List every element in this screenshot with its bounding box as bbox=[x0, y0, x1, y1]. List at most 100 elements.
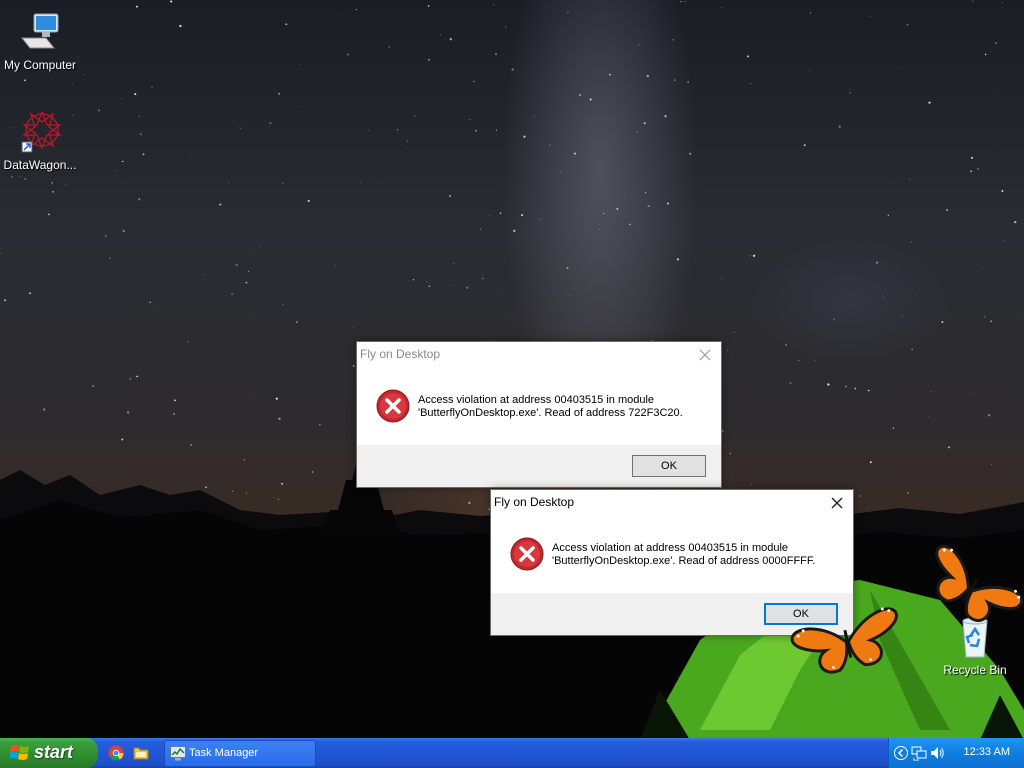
star bbox=[120, 98, 122, 100]
folder-icon[interactable] bbox=[133, 745, 149, 761]
star bbox=[347, 53, 350, 56]
error-icon bbox=[510, 537, 544, 571]
star bbox=[43, 408, 46, 411]
star bbox=[174, 399, 176, 402]
star bbox=[187, 341, 189, 343]
recycle-bin-label: Recycle Bin bbox=[943, 663, 1007, 677]
chrome-icon[interactable] bbox=[108, 745, 124, 761]
star bbox=[869, 15, 871, 17]
star bbox=[910, 241, 912, 243]
error-message-line-1: Access violation at address 00403515 in … bbox=[418, 394, 655, 406]
star bbox=[930, 391, 932, 393]
star bbox=[521, 214, 524, 217]
star bbox=[689, 152, 692, 155]
star bbox=[104, 234, 107, 237]
star bbox=[892, 427, 895, 429]
butterfly-icon[interactable] bbox=[916, 540, 1024, 640]
star bbox=[406, 140, 409, 142]
star bbox=[566, 267, 569, 270]
star bbox=[994, 42, 997, 45]
star bbox=[803, 144, 806, 147]
datawagon-desktop-icon[interactable]: DataWagon... bbox=[0, 108, 80, 172]
star bbox=[1001, 190, 1004, 192]
star bbox=[647, 205, 650, 208]
star bbox=[299, 63, 301, 65]
star bbox=[204, 273, 206, 275]
star bbox=[887, 214, 889, 217]
star bbox=[489, 215, 490, 216]
datawagon-label: DataWagon... bbox=[3, 158, 77, 172]
star bbox=[901, 66, 903, 68]
star bbox=[388, 46, 391, 48]
dialog-title: Fly on Desktop bbox=[360, 347, 441, 361]
star bbox=[247, 270, 250, 273]
star bbox=[977, 168, 979, 170]
star bbox=[680, 0, 682, 3]
star bbox=[19, 176, 21, 178]
ok-button[interactable]: OK bbox=[632, 455, 706, 477]
star bbox=[235, 263, 238, 267]
star bbox=[493, 4, 495, 6]
datawagon-star-icon bbox=[16, 108, 64, 156]
star bbox=[789, 381, 792, 384]
star bbox=[814, 359, 816, 361]
star bbox=[51, 182, 53, 184]
star bbox=[849, 92, 851, 94]
system-tray: 12:33 AM bbox=[888, 738, 1024, 768]
error-icon bbox=[376, 389, 410, 423]
star bbox=[972, 392, 974, 394]
star bbox=[126, 411, 130, 414]
star bbox=[426, 281, 428, 283]
star bbox=[428, 285, 431, 288]
star bbox=[599, 229, 601, 230]
dialog-titlebar[interactable]: Fly on Desktop bbox=[491, 490, 853, 516]
star bbox=[172, 19, 174, 20]
network-icon[interactable] bbox=[911, 745, 927, 761]
star bbox=[1002, 2, 1003, 4]
star bbox=[319, 424, 321, 426]
star bbox=[945, 208, 949, 211]
close-icon[interactable] bbox=[697, 347, 713, 363]
star bbox=[579, 94, 582, 97]
star bbox=[505, 26, 507, 28]
volume-icon[interactable] bbox=[929, 745, 945, 761]
star bbox=[684, 1, 686, 2]
butterfly-icon[interactable] bbox=[788, 600, 906, 680]
star bbox=[158, 310, 160, 312]
star bbox=[667, 202, 669, 205]
star bbox=[406, 147, 408, 148]
star bbox=[479, 228, 482, 230]
star bbox=[747, 55, 750, 58]
star bbox=[901, 315, 903, 317]
star bbox=[854, 387, 857, 390]
star bbox=[549, 144, 551, 146]
task-manager-icon bbox=[170, 746, 186, 761]
close-icon[interactable] bbox=[829, 495, 845, 511]
star bbox=[827, 383, 830, 386]
start-button[interactable]: start bbox=[0, 738, 98, 768]
star bbox=[984, 316, 986, 318]
task-manager-taskbar-button[interactable]: Task Manager bbox=[164, 740, 316, 767]
star bbox=[906, 23, 909, 26]
star bbox=[65, 184, 67, 186]
star bbox=[809, 12, 812, 14]
star bbox=[252, 392, 254, 393]
star bbox=[970, 170, 973, 173]
windows-logo-icon bbox=[9, 744, 30, 762]
dialog-titlebar[interactable]: Fly on Desktop bbox=[357, 342, 721, 368]
star bbox=[845, 385, 847, 388]
star bbox=[629, 223, 631, 226]
star bbox=[475, 129, 478, 132]
star bbox=[882, 295, 884, 297]
star bbox=[988, 414, 991, 417]
star bbox=[941, 320, 944, 324]
my-computer-desktop-icon[interactable]: My Computer bbox=[0, 8, 80, 72]
star bbox=[501, 291, 503, 292]
chevron-left-icon[interactable] bbox=[893, 745, 909, 761]
star bbox=[338, 13, 339, 15]
star bbox=[307, 199, 310, 203]
star bbox=[911, 348, 913, 351]
star bbox=[676, 258, 680, 261]
star bbox=[624, 199, 626, 201]
error-message-line-2: 'ButterflyOnDesktop.exe'. Read of addres… bbox=[552, 555, 816, 567]
